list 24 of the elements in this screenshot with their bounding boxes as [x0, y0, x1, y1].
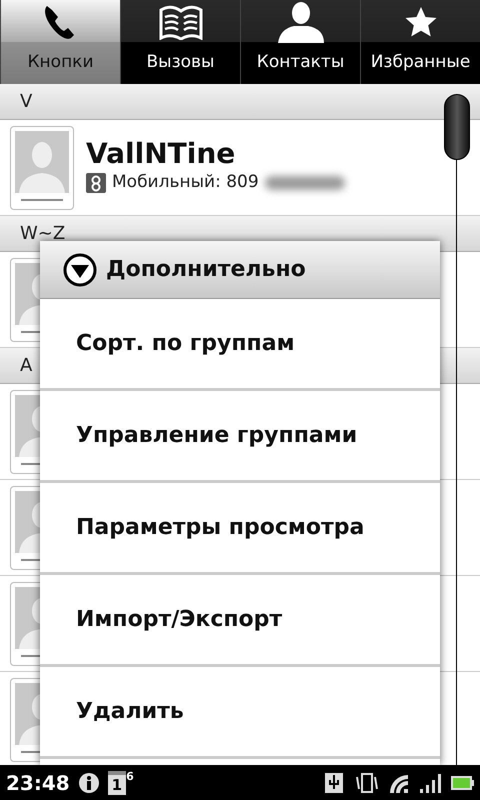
menu-item[interactable]: Удалить — [40, 667, 440, 759]
tab[interactable]: Кнопки — [0, 0, 120, 84]
info-icon — [78, 772, 100, 794]
notification-count: 6 — [126, 770, 134, 782]
menu-item[interactable]: Импорт/Экспорт — [40, 575, 440, 667]
contact-name: VallNTine — [86, 139, 236, 170]
account-icon — [86, 172, 106, 193]
star-icon — [404, 5, 438, 39]
menu-item[interactable]: Сорт. по группам — [40, 299, 440, 391]
menu-title: Дополнительно — [106, 256, 306, 284]
vibrate-icon — [354, 770, 378, 794]
section-header: V — [0, 84, 480, 120]
usb-icon — [322, 770, 346, 794]
dropdown-icon — [62, 252, 98, 288]
calendar-day: 1 — [108, 770, 126, 794]
status-time: 23:48 — [6, 770, 70, 796]
tab[interactable]: Вызовы — [120, 0, 240, 84]
tab[interactable]: Контакты — [240, 0, 360, 84]
menu-item[interactable]: Управление группами — [40, 391, 440, 483]
tab[interactable]: Избранные — [360, 0, 480, 84]
scroll-thumb[interactable] — [444, 94, 470, 160]
menu-item[interactable]: Параметры просмотра — [40, 483, 440, 575]
phone-number: Мобильный: 809 — [112, 171, 259, 194]
book-icon — [158, 4, 204, 40]
